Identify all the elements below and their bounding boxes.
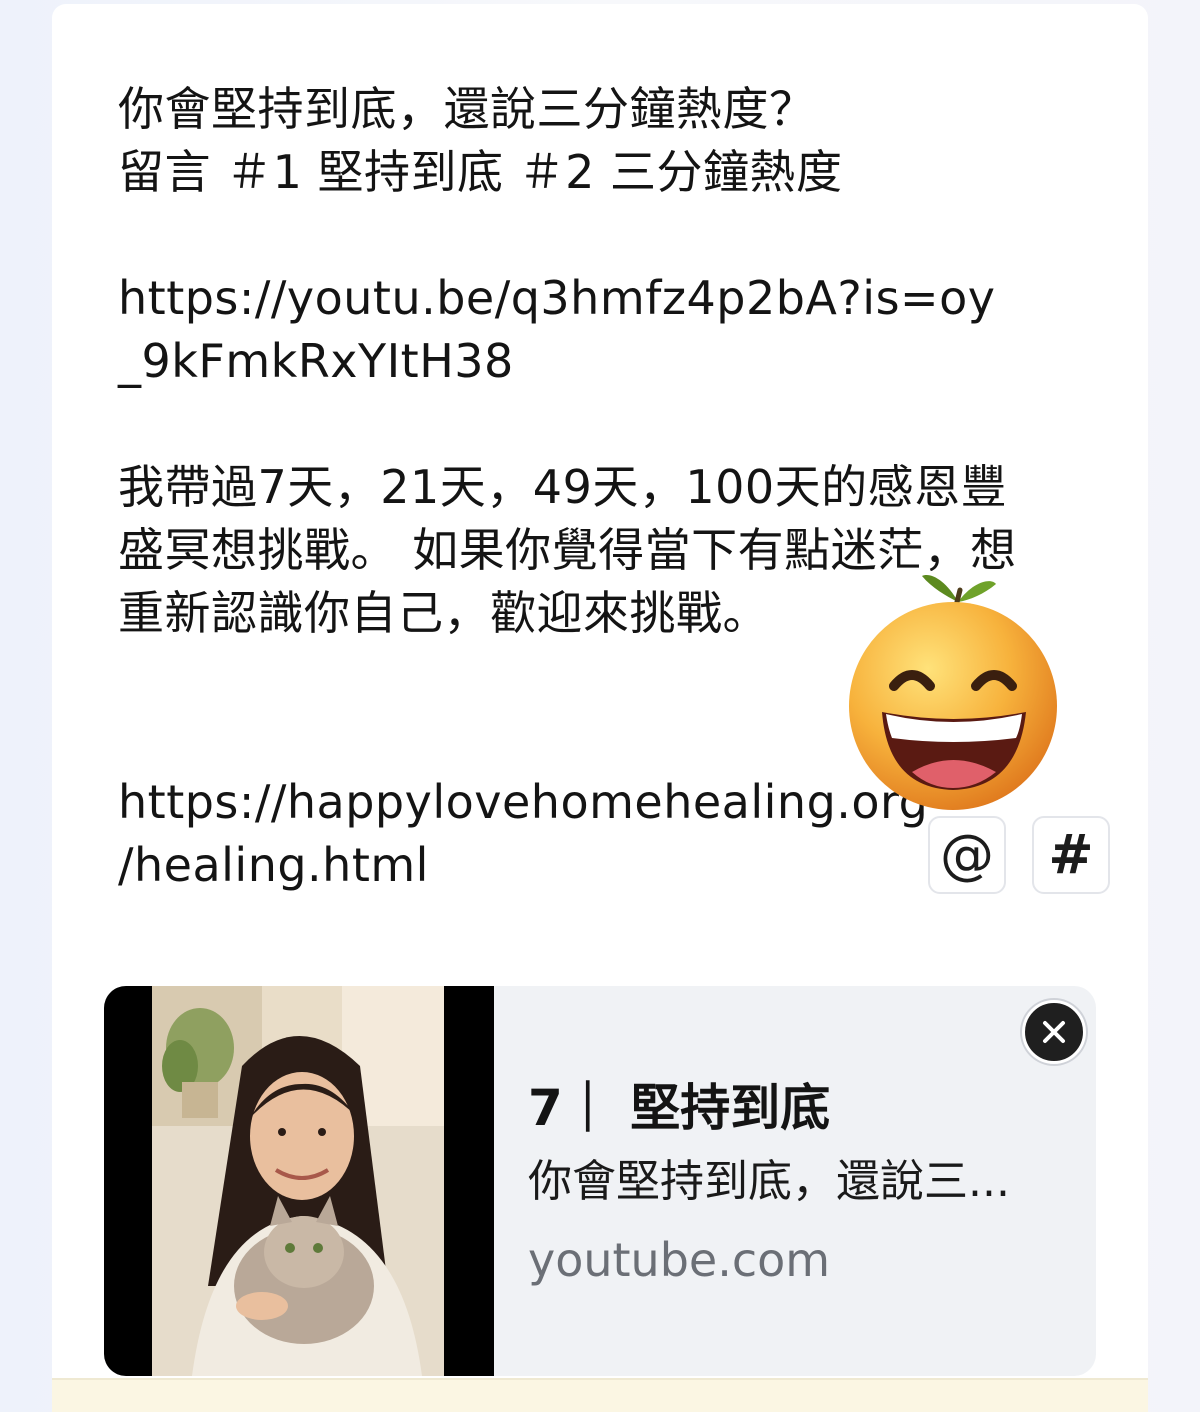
mention-button[interactable]: @ xyxy=(928,816,1006,894)
grinning-orange-emoji-icon[interactable] xyxy=(846,566,1060,810)
link-preview-info: 7｜ 堅持到底 你會堅持到底，還說三... youtube.com xyxy=(528,1076,1068,1290)
post-line: 你會堅持到底，還說三分鐘熱度？ xyxy=(118,82,816,136)
link-preview-domain: youtube.com xyxy=(528,1233,831,1287)
hashtag-button[interactable]: # xyxy=(1032,816,1110,894)
post-line: 留言 ＃1 堅持到底 ＃2 三分鐘熱度 xyxy=(118,145,843,199)
woman-holding-cat-photo xyxy=(152,986,444,1376)
post-line: 我帶過7天，21天，49天，100天的感恩豐 xyxy=(118,460,1008,514)
remove-preview-button[interactable] xyxy=(1022,1000,1086,1064)
composer-bottom-bar xyxy=(52,1378,1148,1412)
link-preview-title: 7｜ 堅持到底 xyxy=(528,1079,831,1137)
link-preview-description: 你會堅持到底，還說三... xyxy=(528,1156,1010,1207)
screen: 你會堅持到底，還說三分鐘熱度？ 留言 ＃1 堅持到底 ＃2 三分鐘熱度 http… xyxy=(0,0,1200,1412)
close-icon xyxy=(1043,1021,1065,1043)
link-preview-thumbnail xyxy=(104,986,494,1376)
link-preview-card[interactable]: 7｜ 堅持到底 你會堅持到底，還說三... youtube.com xyxy=(104,986,1096,1376)
youtube-link-text: _9kFmkRxYItH38 xyxy=(118,334,514,388)
youtube-link-text: https://youtu.be/q3hmfz4p2bA?is=oy xyxy=(118,271,996,325)
